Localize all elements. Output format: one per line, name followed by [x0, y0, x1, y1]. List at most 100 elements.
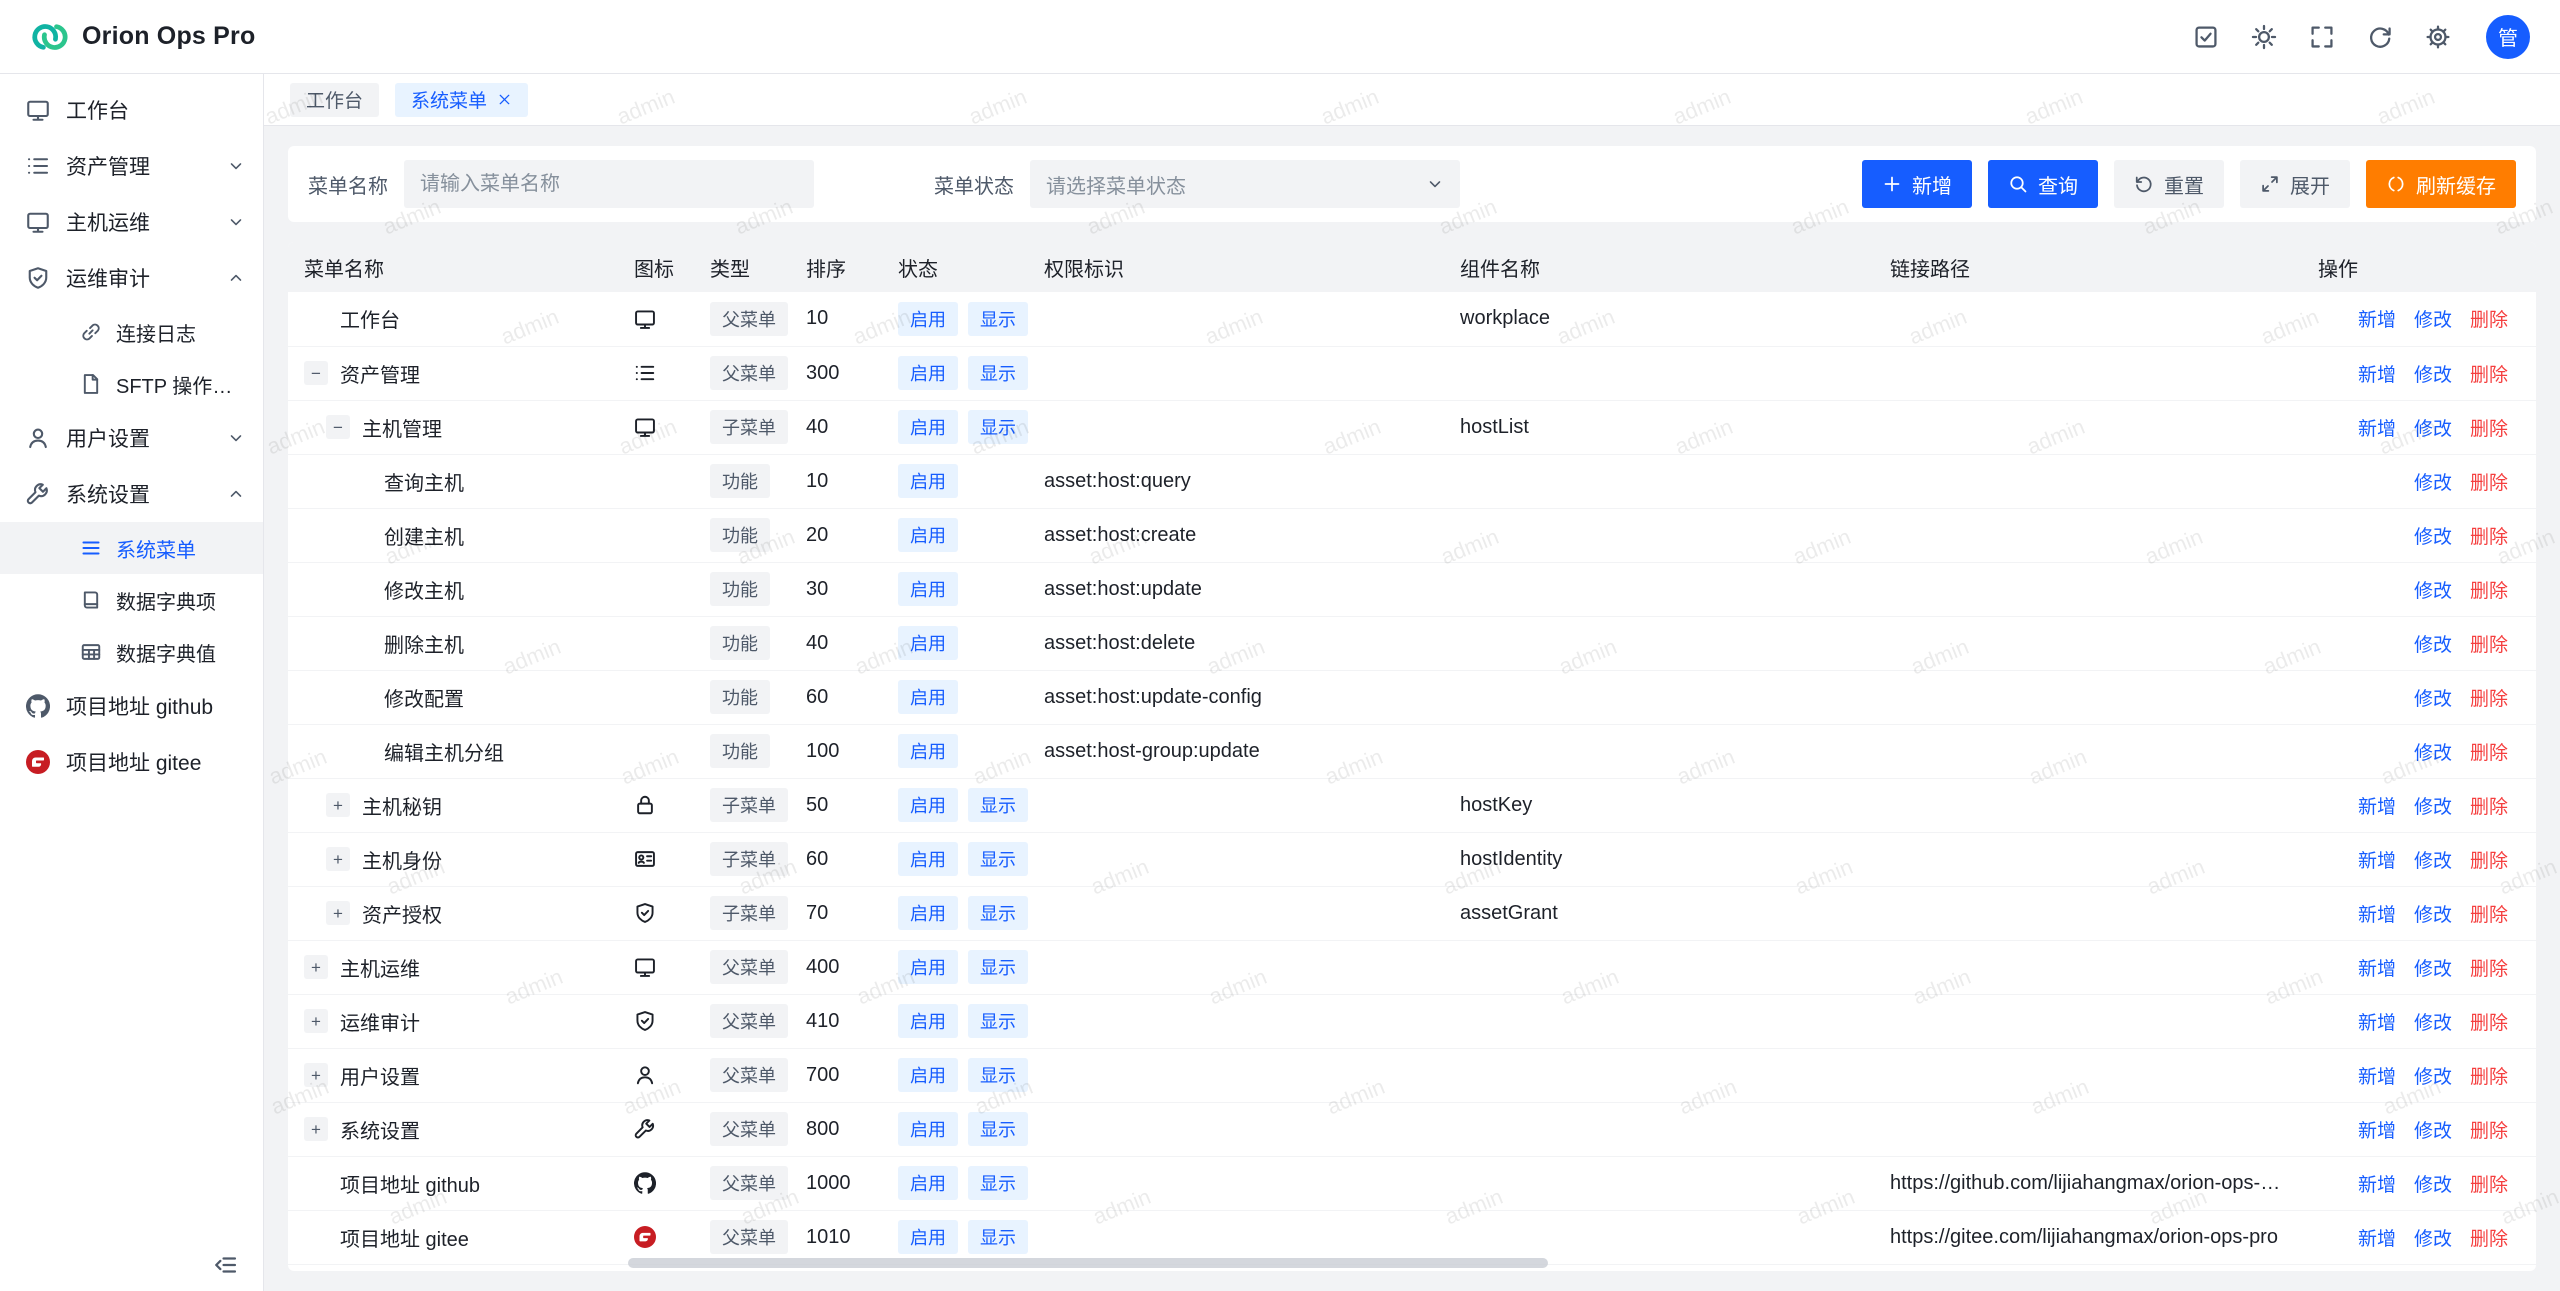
add-link[interactable]: 新增 — [2358, 1170, 2396, 1197]
expand-row-button[interactable]: + — [304, 955, 328, 979]
edit-link[interactable]: 修改 — [2414, 414, 2452, 441]
sidebar-item-label: 数据字典项 — [116, 586, 245, 615]
search-button[interactable]: 查询 — [1988, 160, 2098, 208]
delete-link[interactable]: 删除 — [2470, 414, 2508, 441]
sidebar-item-github[interactable]: 项目地址 github — [0, 678, 263, 734]
collapse-row-button[interactable]: − — [326, 415, 350, 439]
edit-link[interactable]: 修改 — [2414, 954, 2452, 981]
user-avatar[interactable]: 管 — [2486, 15, 2530, 59]
sidebar-item-ops-audit[interactable]: 运维审计 — [0, 250, 263, 306]
delete-link[interactable]: 删除 — [2470, 1062, 2508, 1089]
status-tag: 显示 — [968, 1004, 1028, 1038]
expand-row-button[interactable]: + — [304, 1063, 328, 1087]
component-value — [1444, 724, 1874, 778]
edit-link[interactable]: 修改 — [2414, 738, 2452, 765]
sidebar-item-system-menu[interactable]: 系统菜单 — [0, 522, 263, 574]
horizontal-scrollbar-thumb[interactable] — [628, 1258, 1548, 1268]
delete-link[interactable]: 删除 — [2470, 522, 2508, 549]
refresh-cache-button[interactable]: 刷新缓存 — [2366, 160, 2516, 208]
add-link[interactable]: 新增 — [2358, 954, 2396, 981]
delete-link[interactable]: 删除 — [2470, 792, 2508, 819]
edit-link[interactable]: 修改 — [2414, 1170, 2452, 1197]
delete-link[interactable]: 删除 — [2470, 1170, 2508, 1197]
reload-icon[interactable] — [2358, 15, 2402, 59]
edit-link[interactable]: 修改 — [2414, 522, 2452, 549]
status-tag: 显示 — [968, 1166, 1028, 1200]
add-link[interactable]: 新增 — [2358, 1224, 2396, 1251]
sidebar-item-asset[interactable]: 资产管理 — [0, 138, 263, 194]
add-link[interactable]: 新增 — [2358, 1116, 2396, 1143]
edit-link[interactable]: 修改 — [2414, 305, 2452, 332]
edit-link[interactable]: 修改 — [2414, 684, 2452, 711]
edit-link[interactable]: 修改 — [2414, 1062, 2452, 1089]
delete-link[interactable]: 删除 — [2470, 846, 2508, 873]
add-link[interactable]: 新增 — [2358, 792, 2396, 819]
add-link[interactable]: 新增 — [2358, 1008, 2396, 1035]
menu-name-input[interactable] — [404, 160, 814, 208]
expand-row-button[interactable]: + — [326, 847, 350, 871]
edit-link[interactable]: 修改 — [2414, 1116, 2452, 1143]
delete-link[interactable]: 删除 — [2470, 576, 2508, 603]
component-value: hostIdentity — [1444, 832, 1874, 886]
delete-link[interactable]: 删除 — [2470, 684, 2508, 711]
delete-link[interactable]: 删除 — [2470, 738, 2508, 765]
sidebar-item-system-settings[interactable]: 系统设置 — [0, 466, 263, 522]
sidebar-item-host-ops[interactable]: 主机运维 — [0, 194, 263, 250]
delete-link[interactable]: 删除 — [2470, 468, 2508, 495]
sidebar-item-user-settings[interactable]: 用户设置 — [0, 410, 263, 466]
component-value — [1444, 940, 1874, 994]
edit-link[interactable]: 修改 — [2414, 468, 2452, 495]
edit-link[interactable]: 修改 — [2414, 900, 2452, 927]
add-link[interactable]: 新增 — [2358, 305, 2396, 332]
tab-item[interactable]: 工作台 — [290, 83, 379, 117]
add-link[interactable]: 新增 — [2358, 900, 2396, 927]
gear-icon[interactable] — [2416, 15, 2460, 59]
sidebar-item-workbench[interactable]: 工作台 — [0, 82, 263, 138]
expand-row-button[interactable]: + — [326, 901, 350, 925]
delete-link[interactable]: 删除 — [2470, 1008, 2508, 1035]
delete-link[interactable]: 删除 — [2470, 954, 2508, 981]
button-label: 查询 — [2038, 170, 2078, 199]
add-link[interactable]: 新增 — [2358, 360, 2396, 387]
collapse-row-button[interactable]: − — [304, 361, 328, 385]
expand-row-button[interactable]: + — [304, 1009, 328, 1033]
edit-link[interactable]: 修改 — [2414, 846, 2452, 873]
monitor-icon — [634, 308, 656, 330]
sidebar-item-dict-key[interactable]: 数据字典项 — [0, 574, 263, 626]
delete-link[interactable]: 删除 — [2470, 900, 2508, 927]
add-link[interactable]: 新增 — [2358, 414, 2396, 441]
delete-link[interactable]: 删除 — [2470, 360, 2508, 387]
sidebar-item-sftp-log[interactable]: SFTP 操作日志 — [0, 358, 263, 410]
menu-status-select[interactable]: 请选择菜单状态 — [1030, 160, 1460, 208]
edit-link[interactable]: 修改 — [2414, 576, 2452, 603]
expand-row-button[interactable]: + — [304, 1117, 328, 1141]
delete-link[interactable]: 删除 — [2470, 1116, 2508, 1143]
delete-link[interactable]: 删除 — [2470, 305, 2508, 332]
delete-link[interactable]: 删除 — [2470, 630, 2508, 657]
reset-button[interactable]: 重置 — [2114, 160, 2224, 208]
sun-icon[interactable] — [2242, 15, 2286, 59]
sidebar-item-gitee[interactable]: 项目地址 gitee — [0, 734, 263, 790]
link-path-value — [1874, 832, 2302, 886]
fullscreen-icon[interactable] — [2300, 15, 2344, 59]
edit-link[interactable]: 修改 — [2414, 792, 2452, 819]
expand-row-button[interactable]: + — [326, 793, 350, 817]
add-link[interactable]: 新增 — [2358, 1062, 2396, 1089]
delete-link[interactable]: 删除 — [2470, 1224, 2508, 1251]
sidebar-item-connect-log[interactable]: 连接日志 — [0, 306, 263, 358]
edit-link[interactable]: 修改 — [2414, 1008, 2452, 1035]
link-path-value — [1874, 778, 2302, 832]
close-icon[interactable] — [497, 92, 512, 107]
link-path-value — [1874, 508, 2302, 562]
menu-fold-icon[interactable] — [213, 1252, 239, 1278]
menu-status-placeholder: 请选择菜单状态 — [1046, 170, 1186, 199]
tab-item[interactable]: 系统菜单 — [395, 83, 528, 117]
sidebar-item-dict-value[interactable]: 数据字典值 — [0, 626, 263, 678]
add-button[interactable]: 新增 — [1862, 160, 1972, 208]
expand-button[interactable]: 展开 — [2240, 160, 2350, 208]
add-link[interactable]: 新增 — [2358, 846, 2396, 873]
edit-link[interactable]: 修改 — [2414, 360, 2452, 387]
todo-icon[interactable] — [2184, 15, 2228, 59]
edit-link[interactable]: 修改 — [2414, 630, 2452, 657]
edit-link[interactable]: 修改 — [2414, 1224, 2452, 1251]
